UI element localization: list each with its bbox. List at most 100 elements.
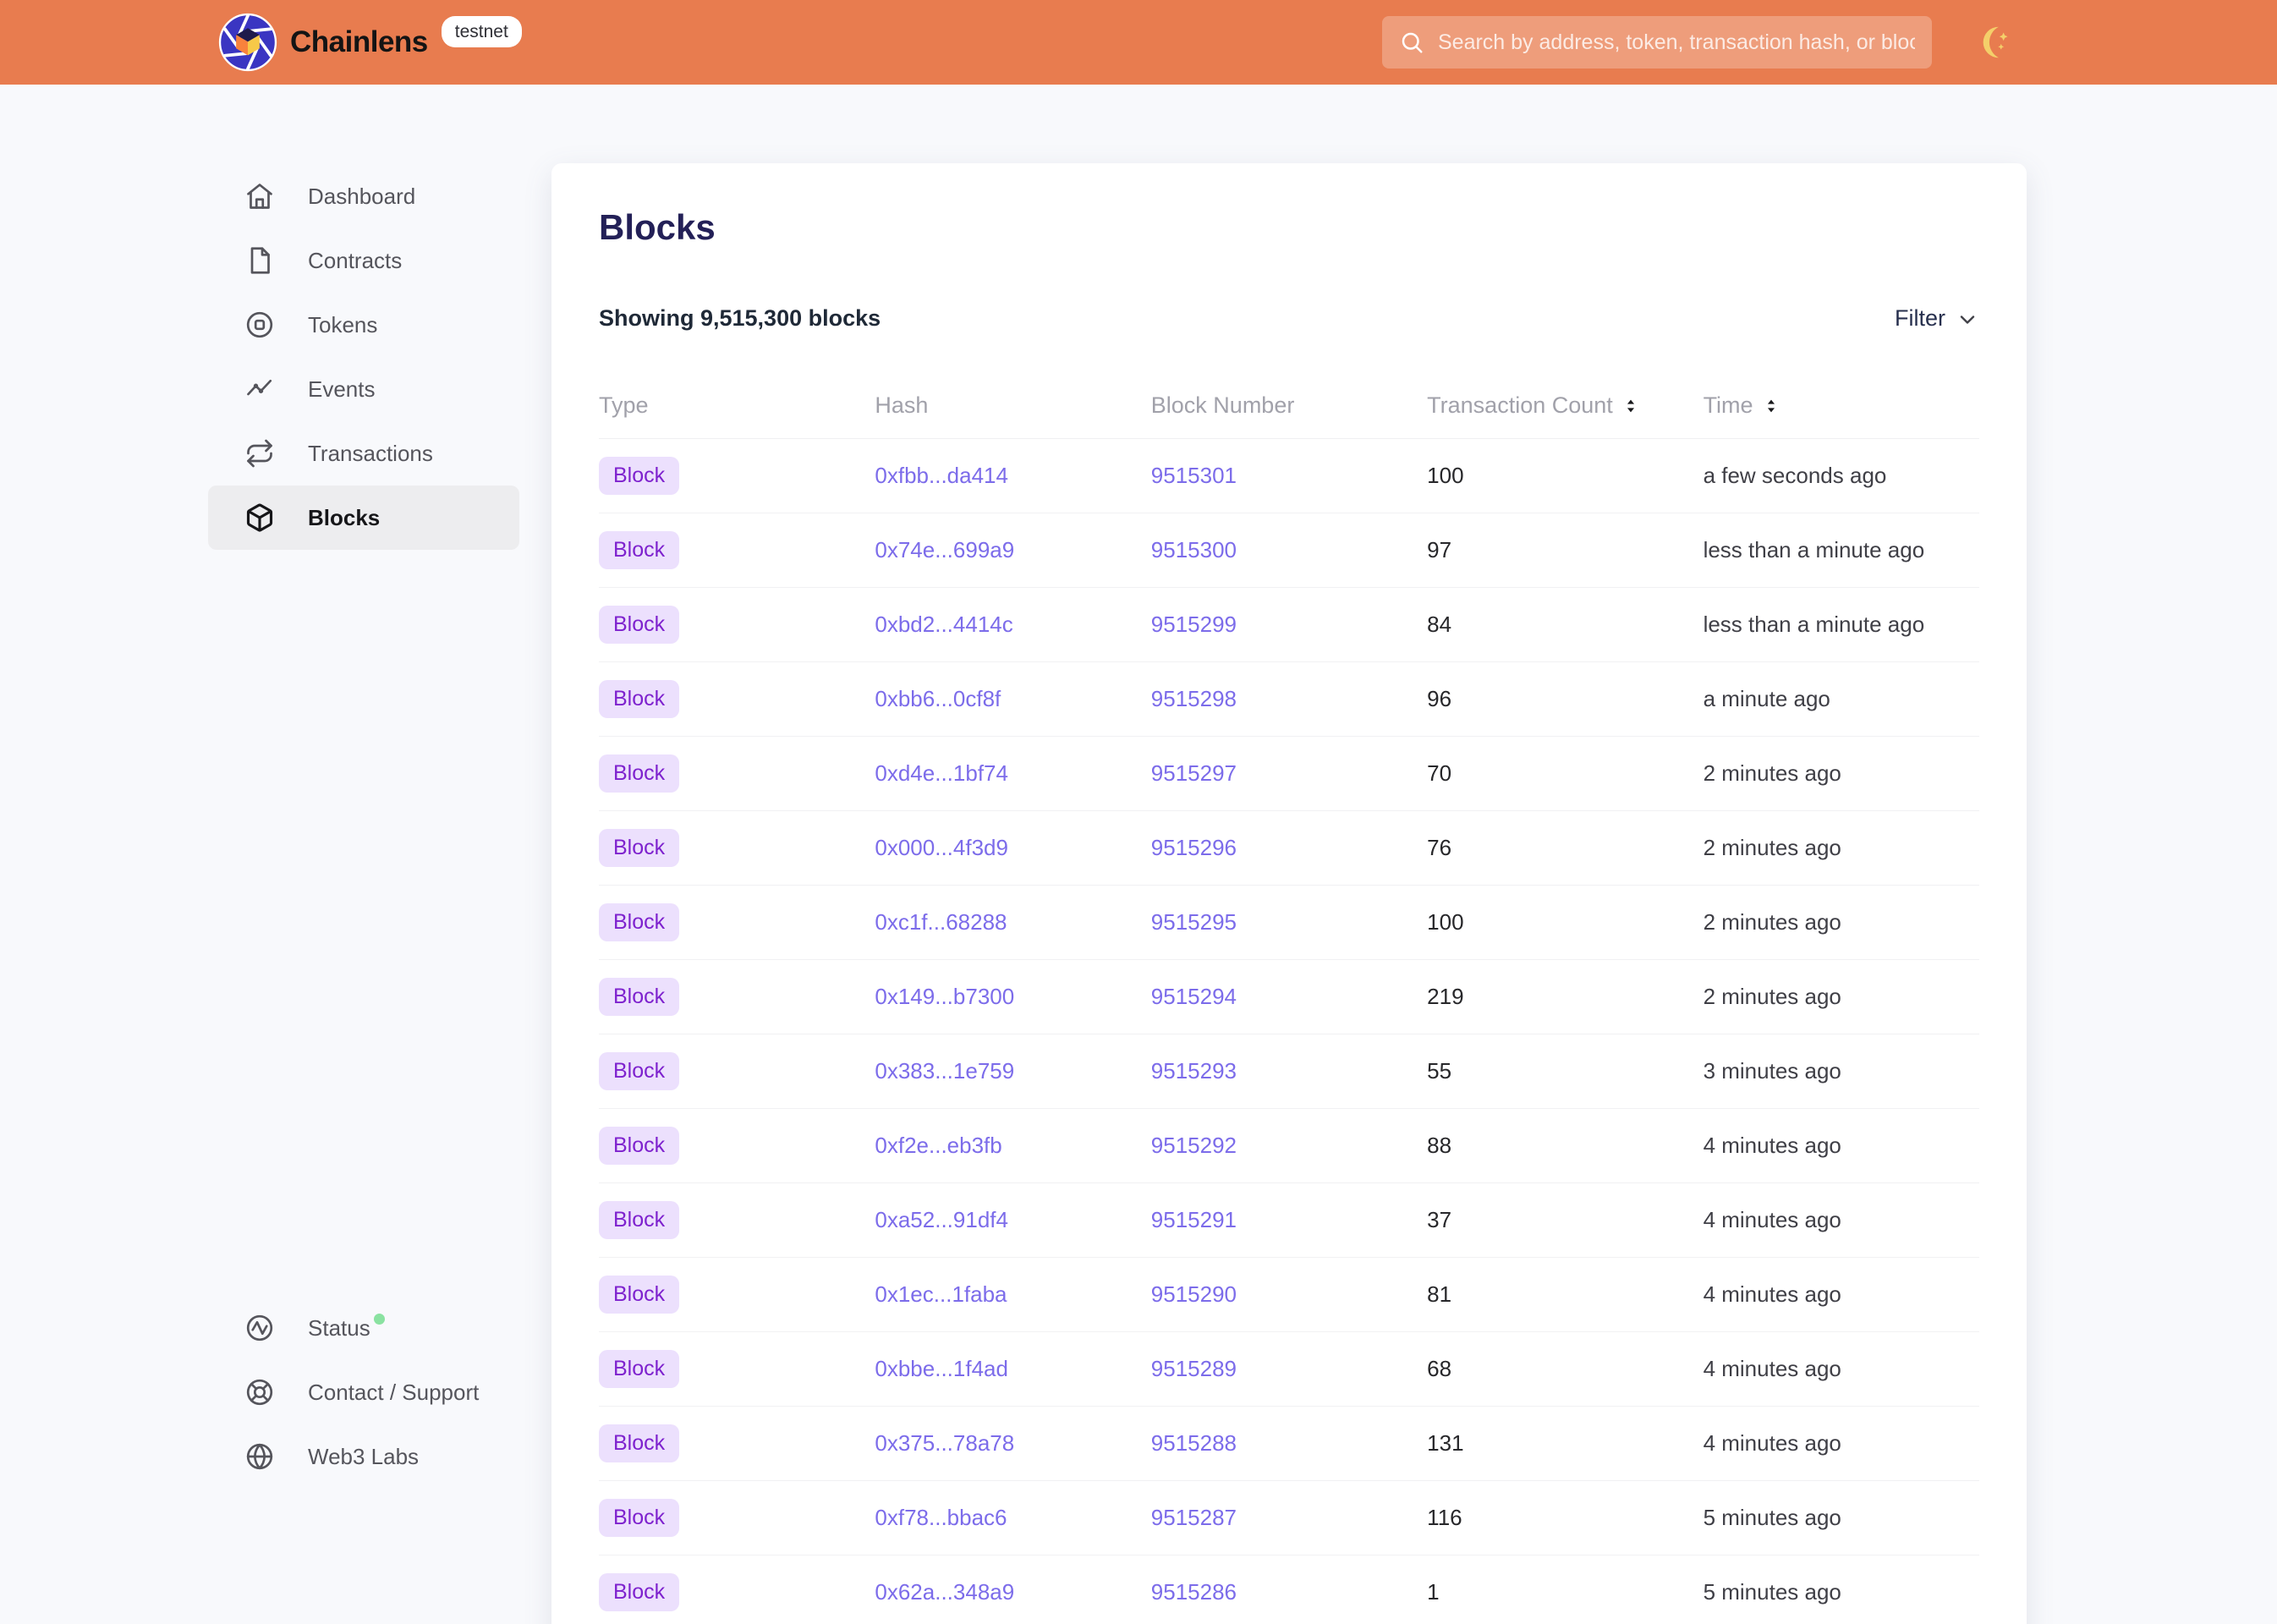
table-body: Block 0xfbb...da414 9515301 100 a few se… bbox=[599, 439, 1979, 1624]
globe-icon bbox=[244, 1440, 276, 1473]
table-row: Block 0x1ec...1faba 9515290 81 4 minutes… bbox=[599, 1258, 1979, 1332]
chainlens-logo-icon bbox=[218, 13, 277, 72]
block-hash-link[interactable]: 0xbbe...1f4ad bbox=[875, 1356, 1008, 1381]
block-hash-link[interactable]: 0xbd2...4414c bbox=[875, 612, 1012, 637]
table-row: Block 0xfbb...da414 9515301 100 a few se… bbox=[599, 439, 1979, 513]
block-hash-link[interactable]: 0xf2e...eb3fb bbox=[875, 1133, 1001, 1158]
block-hash-link[interactable]: 0x62a...348a9 bbox=[875, 1579, 1014, 1605]
column-header-transaction-count[interactable]: Transaction Count bbox=[1427, 392, 1703, 419]
sidebar-item-contact-support[interactable]: Contact / Support bbox=[208, 1360, 519, 1424]
sidebar-item-transactions[interactable]: Transactions bbox=[208, 421, 519, 486]
block-time-value: 2 minutes ago bbox=[1704, 835, 1979, 861]
block-hash-link[interactable]: 0xa52...91df4 bbox=[875, 1207, 1008, 1232]
block-number-link[interactable]: 9515292 bbox=[1151, 1133, 1237, 1158]
block-hash-link[interactable]: 0x149...b7300 bbox=[875, 984, 1014, 1009]
brand[interactable]: Chainlens testnet bbox=[218, 13, 522, 72]
block-time-value: less than a minute ago bbox=[1704, 537, 1979, 563]
sidebar-item-tokens[interactable]: Tokens bbox=[208, 293, 519, 357]
block-hash-link[interactable]: 0xd4e...1bf74 bbox=[875, 760, 1008, 786]
moon-icon bbox=[1977, 23, 2016, 62]
block-time-value: 5 minutes ago bbox=[1704, 1579, 1979, 1605]
block-time-value: 4 minutes ago bbox=[1704, 1281, 1979, 1308]
block-number-link[interactable]: 9515295 bbox=[1151, 909, 1237, 935]
block-hash-link[interactable]: 0x74e...699a9 bbox=[875, 537, 1014, 562]
table-row: Block 0x74e...699a9 9515300 97 less than… bbox=[599, 513, 1979, 588]
block-hash-link[interactable]: 0x383...1e759 bbox=[875, 1058, 1014, 1084]
blocks-card: Blocks Showing 9,515,300 blocks Filter T… bbox=[551, 163, 2027, 1624]
table-row: Block 0x383...1e759 9515293 55 3 minutes… bbox=[599, 1034, 1979, 1109]
sidebar-item-status[interactable]: Status bbox=[208, 1296, 519, 1360]
transaction-count-value: 55 bbox=[1427, 1058, 1703, 1084]
block-type-badge: Block bbox=[599, 457, 679, 495]
block-hash-link[interactable]: 0x375...78a78 bbox=[875, 1430, 1014, 1456]
sidebar-item-blocks[interactable]: Blocks bbox=[208, 486, 519, 550]
sidebar-nav: Dashboard Contracts Tokens Events Transa… bbox=[208, 164, 519, 550]
search-bar[interactable] bbox=[1382, 16, 1932, 69]
sidebar-item-contracts[interactable]: Contracts bbox=[208, 228, 519, 293]
block-number-link[interactable]: 9515288 bbox=[1151, 1430, 1237, 1456]
block-time-value: 4 minutes ago bbox=[1704, 1133, 1979, 1159]
sidebar-item-label: Events bbox=[308, 376, 376, 403]
transaction-count-value: 131 bbox=[1427, 1430, 1703, 1457]
transaction-count-value: 219 bbox=[1427, 984, 1703, 1010]
block-hash-link[interactable]: 0x1ec...1faba bbox=[875, 1281, 1007, 1307]
block-type-badge: Block bbox=[599, 680, 679, 718]
block-type-badge: Block bbox=[599, 1201, 679, 1239]
block-number-link[interactable]: 9515298 bbox=[1151, 686, 1237, 711]
repeat-icon bbox=[244, 437, 276, 469]
block-number-link[interactable]: 9515300 bbox=[1151, 537, 1237, 562]
block-hash-link[interactable]: 0xf78...bbac6 bbox=[875, 1505, 1007, 1530]
block-number-link[interactable]: 9515287 bbox=[1151, 1505, 1237, 1530]
table-row: Block 0x375...78a78 9515288 131 4 minute… bbox=[599, 1407, 1979, 1481]
block-type-badge: Block bbox=[599, 829, 679, 867]
filter-button[interactable]: Filter bbox=[1895, 304, 1979, 332]
sidebar-item-label: Dashboard bbox=[308, 184, 415, 210]
block-number-link[interactable]: 9515289 bbox=[1151, 1356, 1237, 1381]
block-number-link[interactable]: 9515293 bbox=[1151, 1058, 1237, 1084]
block-type-badge: Block bbox=[599, 903, 679, 941]
column-header-time[interactable]: Time bbox=[1704, 392, 1979, 419]
cube-icon bbox=[244, 502, 276, 534]
search-input[interactable] bbox=[1438, 30, 1915, 55]
sort-icon[interactable] bbox=[1762, 397, 1780, 415]
block-number-link[interactable]: 9515290 bbox=[1151, 1281, 1237, 1307]
transaction-count-value: 116 bbox=[1427, 1505, 1703, 1531]
sidebar-item-events[interactable]: Events bbox=[208, 357, 519, 421]
sidebar-item-label: Status bbox=[308, 1315, 385, 1341]
dark-mode-toggle[interactable] bbox=[1972, 19, 2020, 66]
sidebar-item-dashboard[interactable]: Dashboard bbox=[208, 164, 519, 228]
block-time-value: 4 minutes ago bbox=[1704, 1430, 1979, 1457]
block-number-link[interactable]: 9515301 bbox=[1151, 463, 1237, 488]
transaction-count-value: 96 bbox=[1427, 686, 1703, 712]
table-row: Block 0xbb6...0cf8f 9515298 96 a minute … bbox=[599, 662, 1979, 737]
block-number-link[interactable]: 9515299 bbox=[1151, 612, 1237, 637]
block-number-link[interactable]: 9515294 bbox=[1151, 984, 1237, 1009]
brand-name: Chainlens bbox=[290, 13, 428, 72]
sidebar-item-label: Web3 Labs bbox=[308, 1444, 419, 1470]
block-hash-link[interactable]: 0xc1f...68288 bbox=[875, 909, 1007, 935]
block-type-badge: Block bbox=[599, 1127, 679, 1165]
block-hash-link[interactable]: 0xbb6...0cf8f bbox=[875, 686, 1001, 711]
activity-icon bbox=[244, 373, 276, 405]
block-hash-link[interactable]: 0xfbb...da414 bbox=[875, 463, 1008, 488]
transaction-count-value: 97 bbox=[1427, 537, 1703, 563]
block-number-link[interactable]: 9515286 bbox=[1151, 1579, 1237, 1605]
table-row: Block 0xd4e...1bf74 9515297 70 2 minutes… bbox=[599, 737, 1979, 811]
transaction-count-value: 81 bbox=[1427, 1281, 1703, 1308]
table-row: Block 0xbbe...1f4ad 9515289 68 4 minutes… bbox=[599, 1332, 1979, 1407]
block-hash-link[interactable]: 0x000...4f3d9 bbox=[875, 835, 1008, 860]
chevron-down-icon bbox=[1956, 308, 1979, 332]
block-number-link[interactable]: 9515297 bbox=[1151, 760, 1237, 786]
block-time-value: less than a minute ago bbox=[1704, 612, 1979, 638]
column-header-hash: Hash bbox=[875, 392, 1150, 419]
block-number-link[interactable]: 9515291 bbox=[1151, 1207, 1237, 1232]
block-number-link[interactable]: 9515296 bbox=[1151, 835, 1237, 860]
block-time-value: 2 minutes ago bbox=[1704, 760, 1979, 787]
block-time-value: 3 minutes ago bbox=[1704, 1058, 1979, 1084]
sidebar-item-web3-labs[interactable]: Web3 Labs bbox=[208, 1424, 519, 1489]
block-time-value: 2 minutes ago bbox=[1704, 984, 1979, 1010]
block-type-badge: Block bbox=[599, 606, 679, 644]
sort-icon[interactable] bbox=[1621, 397, 1640, 415]
transaction-count-value: 100 bbox=[1427, 909, 1703, 935]
table-row: Block 0x62a...348a9 9515286 1 5 minutes … bbox=[599, 1555, 1979, 1624]
